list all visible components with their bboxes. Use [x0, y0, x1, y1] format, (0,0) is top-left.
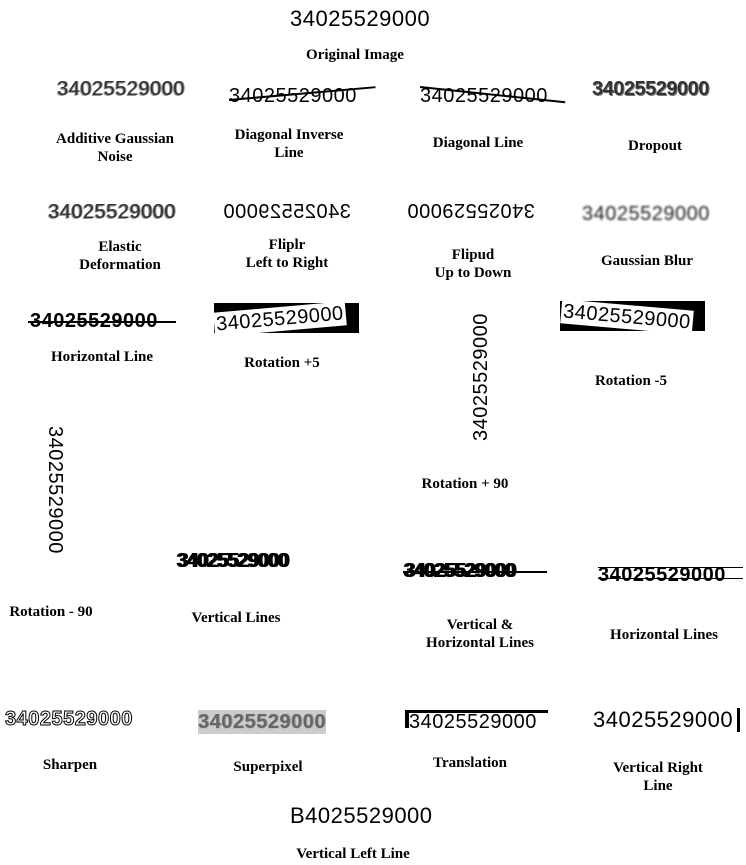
caption-horizontal-line: Horizontal Line	[50, 349, 154, 365]
gaussian-blur-image: 34025529000	[582, 203, 710, 225]
caption-horizontal-lines: Horizontal Lines	[610, 627, 718, 643]
rotation-minus90-image: 34025529000	[44, 426, 66, 554]
vertical-lines-image: 34025529000	[176, 550, 288, 572]
elastic-deformation-image: 34025529000	[48, 200, 176, 224]
vertical-left-line-image: B4025529000	[290, 803, 433, 828]
diagonal-inverse-line-image: 34025529000	[229, 85, 357, 107]
caption-diagonal-line: Diagonal Line	[432, 135, 524, 151]
caption-vertical-right-line: Vertical Right Line	[613, 760, 703, 794]
vertical-right-line-stroke	[737, 708, 740, 732]
caption-diagonal-inverse-line: Diagonal Inverse Line	[234, 127, 344, 161]
vh-lines-horizontal-stroke	[403, 571, 547, 573]
caption-gaussian-blur: Gaussian Blur	[600, 253, 694, 269]
gaussian-noise-image: 34025529000	[57, 77, 185, 101]
dropout-image: 34025529000	[592, 78, 709, 100]
superpixel-image: 34025529000	[198, 710, 326, 734]
caption-fliplr: Fliplr Left to Right	[245, 237, 329, 271]
horizontal-line-stroke	[28, 321, 176, 323]
caption-additive-gaussian-noise: Additive Gaussian Noise	[56, 131, 174, 165]
caption-superpixel: Superpixel	[233, 759, 303, 775]
original-image: 34025529000	[290, 6, 431, 31]
caption-original-image: Original Image	[306, 47, 404, 63]
rotation-plus90-image: 34025529000	[470, 313, 492, 441]
fliplr-image: 34025529000	[223, 201, 351, 223]
caption-rotation-plus5: Rotation +5	[244, 355, 320, 371]
caption-flipud: Flipud Up to Down	[434, 247, 512, 281]
translation-image: 34025529000	[409, 713, 548, 731]
caption-elastic-deformation: Elastic Deformation	[79, 239, 161, 273]
flipud-image: 34025529000	[407, 199, 535, 221]
vertical-right-line-image: 34025529000	[593, 707, 734, 732]
caption-sharpen: Sharpen	[42, 757, 98, 773]
horizontal-lines-stroke-1	[598, 567, 743, 568]
caption-dropout: Dropout	[628, 138, 682, 154]
caption-rotation-minus90: Rotation - 90	[9, 604, 93, 620]
caption-rotation-plus90: Rotation + 90	[421, 476, 509, 492]
caption-translation: Translation	[433, 755, 507, 771]
caption-rotation-minus5: Rotation -5	[594, 373, 668, 389]
caption-vertical-lines: Vertical Lines	[191, 610, 281, 626]
sharpen-image: 34025529000	[5, 708, 133, 731]
horizontal-lines-stroke-2	[598, 578, 743, 579]
caption-vertical-horizontal-lines: Vertical & Horizontal Lines	[426, 617, 534, 651]
caption-vertical-left-line: Vertical Left Line	[296, 846, 410, 862]
